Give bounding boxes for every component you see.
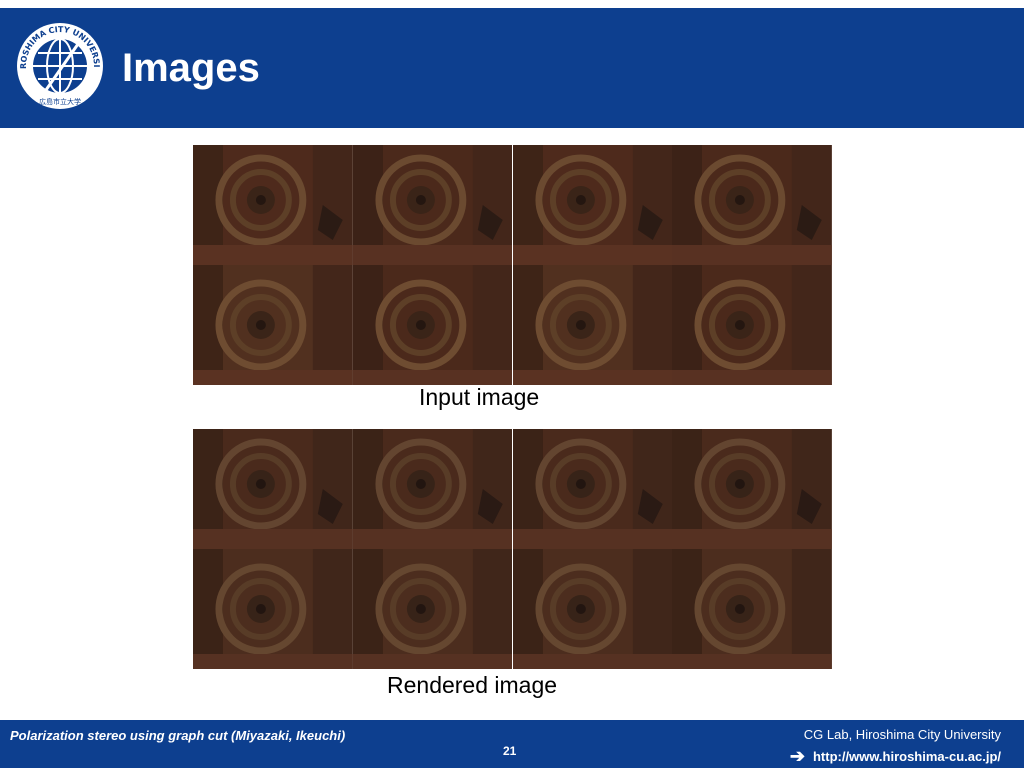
svg-text:広島市立大学: 広島市立大学 xyxy=(39,97,81,106)
input-image-grid xyxy=(193,145,832,385)
input-image-tile xyxy=(512,265,673,385)
image-divider xyxy=(512,145,513,385)
image-divider xyxy=(512,429,513,669)
rendered-image-tile xyxy=(193,429,353,549)
rendered-image-tile xyxy=(352,549,513,669)
rendered-image-caption: Rendered image xyxy=(387,672,558,698)
input-image-tile xyxy=(672,265,832,385)
input-image-tile xyxy=(193,265,353,385)
rendered-image-tile xyxy=(672,549,832,669)
input-image-tile xyxy=(672,145,832,265)
slide-footer: Polarization stereo using graph cut (Miy… xyxy=(0,720,1024,768)
slide-header: HIROSHIMA CITY UNIVERSITY 広島市立大学 Images xyxy=(0,8,1024,128)
slide-title: Images xyxy=(122,46,260,90)
university-url-link[interactable]: ➔ http://www.hiroshima-cu.ac.jp/ xyxy=(790,747,1001,765)
page-number: 21 xyxy=(503,744,517,758)
rendered-image-tile xyxy=(672,429,832,549)
rendered-image-tile xyxy=(352,429,513,549)
rendered-image-tile xyxy=(512,549,673,669)
rendered-image-tile xyxy=(512,429,673,549)
rendered-image-grid xyxy=(193,429,832,669)
url-text: http://www.hiroshima-cu.ac.jp/ xyxy=(812,748,1001,764)
university-logo-icon: HIROSHIMA CITY UNIVERSITY 広島市立大学 xyxy=(16,22,103,109)
rendered-image-tile xyxy=(193,549,353,669)
input-image-tile xyxy=(193,145,353,265)
input-image-tile xyxy=(352,145,513,265)
lab-name: CG Lab, Hiroshima City University xyxy=(803,727,1001,742)
presentation-title: Polarization stereo using graph cut (Miy… xyxy=(10,728,346,743)
input-image-tile xyxy=(352,265,513,385)
arrow-right-icon: ➔ xyxy=(789,746,805,766)
input-image-caption: Input image xyxy=(419,384,540,410)
input-image-tile xyxy=(512,145,673,265)
